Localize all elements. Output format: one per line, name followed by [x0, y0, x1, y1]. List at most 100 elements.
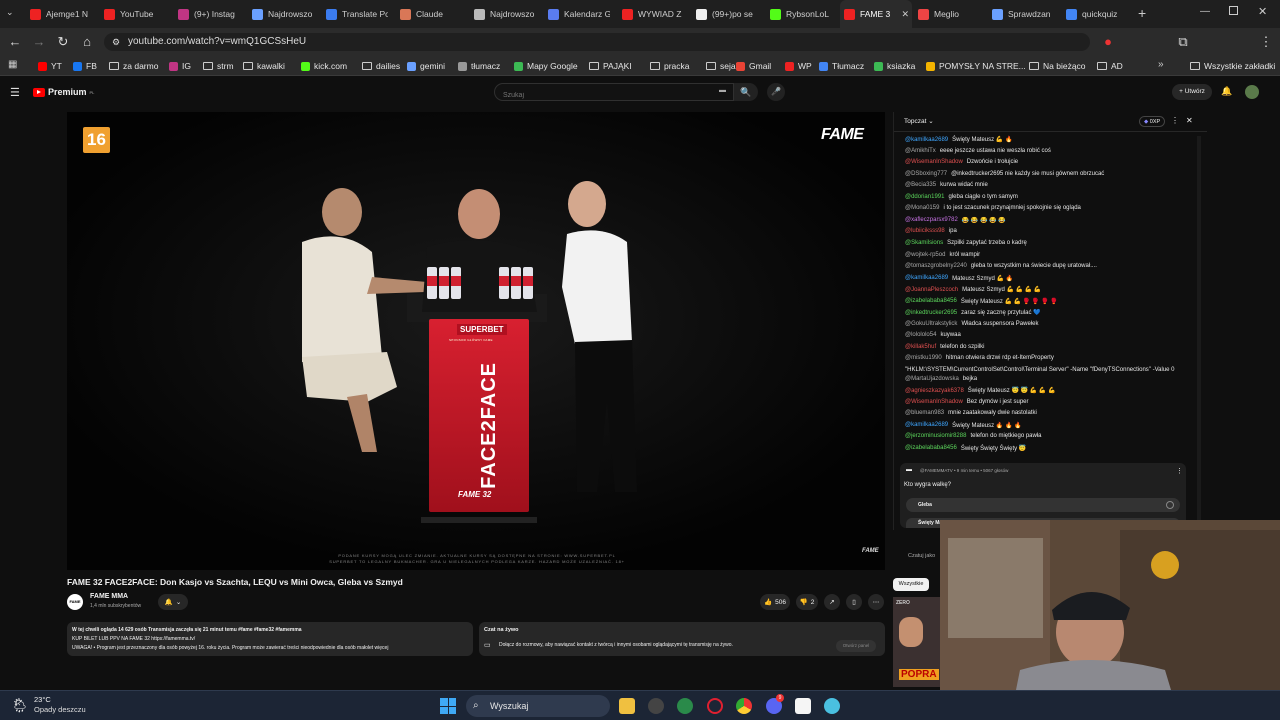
hamburger-menu-icon[interactable]: ☰ — [10, 86, 20, 99]
poll-more-icon[interactable]: ⋮ — [1176, 467, 1183, 475]
bookmark-item[interactable]: dailies — [362, 59, 400, 73]
xp-badge[interactable]: ◆ 0XP — [1139, 116, 1166, 127]
poll-option-1[interactable]: Gleba — [906, 498, 1180, 512]
forward-icon[interactable]: → — [31, 34, 47, 50]
chat-as-label[interactable]: Czatuj jako — [908, 553, 935, 559]
chat-scrollbar[interactable] — [1197, 136, 1201, 522]
browser-tab[interactable]: FAME 3 ✕ — [840, 0, 912, 28]
chat-close-icon[interactable]: ✕ — [1186, 116, 1193, 125]
bookmark-item[interactable]: Gmail — [736, 59, 771, 73]
browser-tab[interactable]: Translate Po — [322, 0, 394, 28]
browser-tab[interactable]: Claude — [396, 0, 468, 28]
bookmark-item[interactable]: WP — [785, 59, 812, 73]
poll-radio-1[interactable] — [1166, 501, 1174, 509]
chat-author[interactable]: @kamilkaa2689 — [905, 422, 948, 428]
bookmark-item[interactable]: sejak — [706, 59, 740, 73]
bookmark-item[interactable]: za darmo — [109, 59, 158, 73]
apps-icon[interactable]: ▦ — [8, 59, 17, 70]
chat-author[interactable]: @lubiiciksss98 — [905, 228, 945, 234]
chat-author[interactable]: @Becia335 — [905, 182, 936, 188]
dislike-button[interactable]: 👎 2 — [796, 594, 818, 610]
extensions-icon[interactable]: ⧉ — [1175, 34, 1191, 50]
notifications-bell-icon[interactable]: 🔔 — [1221, 86, 1232, 97]
bookmark-item[interactable]: PAJĄKI — [589, 59, 632, 73]
chat-author[interactable]: @killak5huf — [905, 344, 936, 350]
description-link[interactable]: KUP BILET LUB PPV NA FAME 32 https://fam… — [72, 636, 195, 642]
chat-author[interactable]: @xafleczparsx9782 — [905, 217, 958, 223]
chat-author[interactable]: @DSboxing777 — [905, 171, 947, 177]
chat-mode-dropdown[interactable]: Topczat ⌄ — [904, 117, 934, 125]
weather-temp[interactable]: 23°C — [34, 695, 51, 704]
weather-icon[interactable]: 🌦 — [11, 697, 29, 714]
chat-author[interactable]: @blueman983 — [905, 410, 944, 416]
chat-author[interactable]: @Skamilsions — [905, 240, 943, 246]
chat-author[interactable]: @jerzominusiomir8288 — [905, 433, 966, 439]
chat-author[interactable]: @MartaUjazdowska — [905, 376, 959, 382]
reload-icon[interactable]: ↻ — [55, 34, 71, 50]
site-info-icon[interactable]: ⚙ — [112, 33, 120, 51]
share-button[interactable]: ↗ — [824, 594, 840, 610]
avatar[interactable] — [1245, 85, 1259, 99]
bookmark-item[interactable]: tłumacz — [458, 59, 500, 73]
video-player[interactable]: 16 FAME SUPERBET SPONSOR GŁÓWNY FAME FAC… — [67, 112, 885, 570]
chat-author[interactable]: @kamilkaa2689 — [905, 275, 948, 281]
chat-author[interactable]: @mistku1990 — [905, 355, 942, 361]
bookmark-item[interactable]: IG — [169, 59, 191, 73]
start-button[interactable] — [440, 698, 456, 714]
chat-author[interactable]: @wojtek-rp5od — [905, 252, 945, 258]
bookmark-item[interactable]: kawalki — [243, 59, 285, 73]
bookmark-item[interactable]: Na bieżąco — [1029, 59, 1086, 73]
back-icon[interactable]: ← — [7, 34, 23, 50]
browser-tab[interactable]: Kalendarz G — [544, 0, 616, 28]
all-bookmarks-folder[interactable]: Wszystkie zakładki — [1190, 59, 1275, 73]
create-button[interactable]: + Utwórz — [1172, 84, 1212, 100]
menu-icon[interactable]: ⋮ — [1258, 34, 1274, 50]
description-box[interactable]: W tej chwili ogląda 14 629 osób Transmis… — [67, 622, 473, 656]
home-icon[interactable]: ⌂ — [79, 34, 95, 50]
subscribe-bell-button[interactable]: 🔔 ⌄ — [158, 594, 188, 610]
bookmark-item[interactable]: YT — [38, 59, 62, 73]
chat-author[interactable]: @JoannaPleszcoch — [905, 287, 958, 293]
browser-tab[interactable]: Ajemge1 N — [26, 0, 98, 28]
app-icon-2[interactable] — [677, 698, 693, 714]
chat-author[interactable]: @WisemanInShadow — [905, 399, 963, 405]
browser-tab[interactable]: Meglio — [914, 0, 986, 28]
bookmark-item[interactable]: Mapy Google — [514, 59, 578, 73]
bookmark-item[interactable]: POMYSŁY NA STRE... — [926, 59, 1026, 73]
chat-author[interactable]: @tomaszgrobelny2240 — [905, 263, 967, 269]
browser-tab[interactable]: Najdrowszo — [470, 0, 542, 28]
like-button[interactable]: 👍 506 — [760, 594, 790, 610]
chat-author[interactable]: @izabelababa8456 — [905, 298, 957, 304]
save-button[interactable]: ▯ — [846, 594, 862, 610]
browser-tab[interactable]: YouTube — [100, 0, 172, 28]
browser-tab[interactable]: WYWIAD Z — [618, 0, 690, 28]
opera-icon[interactable] — [707, 698, 723, 714]
chat-author[interactable]: @lolololo54 — [905, 332, 936, 338]
channel-avatar[interactable]: FAME — [67, 594, 83, 610]
bookmarks-more-button[interactable]: » — [1158, 59, 1164, 70]
browser-tab[interactable]: Sprawdzan — [988, 0, 1060, 28]
app-icon-3[interactable] — [795, 698, 811, 714]
search-input[interactable] — [495, 87, 695, 104]
minimize-icon[interactable]: — — [1200, 6, 1210, 17]
search-button[interactable]: 🔍 — [734, 83, 758, 101]
tab-search-icon[interactable]: ⌄ — [6, 7, 14, 18]
keyboard-icon[interactable]: ▬ — [719, 87, 726, 94]
bookmark-item[interactable]: gemini — [407, 59, 445, 73]
browser-tab[interactable]: (9+) Instag — [174, 0, 246, 28]
maximize-icon[interactable] — [1229, 6, 1238, 15]
chat-author[interactable]: @ddorian1991 — [905, 194, 944, 200]
chat-author[interactable]: @AmikhiTx — [905, 148, 936, 154]
file-explorer-icon[interactable] — [619, 698, 635, 714]
bookmark-item[interactable]: kick.com — [301, 59, 347, 73]
filter-chip-all[interactable]: Wszystkie — [893, 578, 929, 591]
app-icon-4[interactable] — [824, 698, 840, 714]
chat-author[interactable]: @kamilkaa2689 — [905, 137, 948, 143]
chat-author[interactable]: @GokuUltrakstylick — [905, 321, 957, 327]
bookmark-item[interactable]: AD — [1097, 59, 1123, 73]
chrome-icon[interactable] — [736, 698, 752, 714]
channel-name[interactable]: FAME MMA — [90, 593, 128, 600]
bookmark-item[interactable]: strm — [203, 59, 234, 73]
voice-search-button[interactable]: 🎤 — [767, 83, 785, 101]
address-bar[interactable]: ⚙ youtube.com/watch?v=wmQ1GCSsHeU — [104, 33, 1090, 51]
